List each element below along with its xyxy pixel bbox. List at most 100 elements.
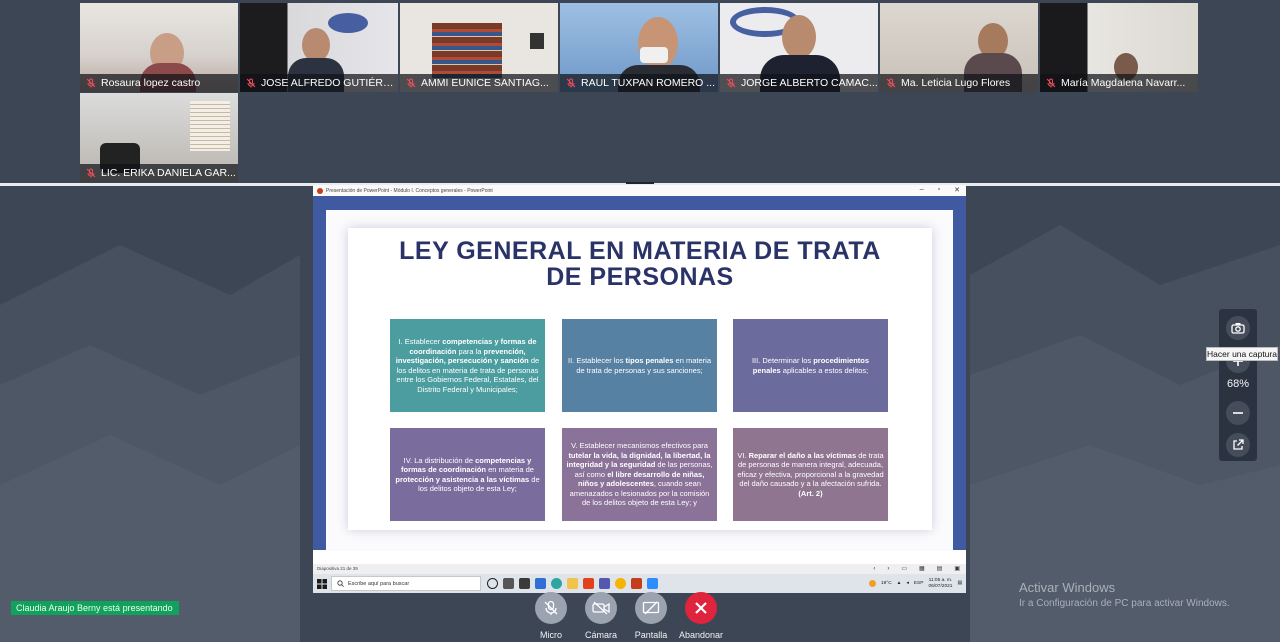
language-indicator[interactable]: ESP xyxy=(914,581,924,586)
leave-label: Abandonar xyxy=(678,630,724,640)
mic-muted-icon xyxy=(566,78,576,88)
next-slide-icon[interactable]: › xyxy=(887,564,889,574)
camera-button[interactable]: Cámara xyxy=(573,592,629,642)
clock[interactable]: 11:05 a. m. 06/07/2021 xyxy=(928,578,952,590)
slide-title: LEY GENERAL EN MATERIA DE TRATA DE PERSO… xyxy=(348,238,932,290)
participant-tile[interactable]: María Magdalena Navarr... xyxy=(1040,3,1198,92)
clock-time: 11:05 a. m. xyxy=(928,577,953,583)
participant-tile[interactable]: RAUL TUXPAN ROMERO ... xyxy=(560,3,718,92)
search-icon xyxy=(337,580,344,587)
explorer-icon[interactable] xyxy=(567,578,578,589)
close-icon[interactable]: ✕ xyxy=(954,186,960,194)
mic-muted-icon xyxy=(246,78,256,88)
screen-share-off-icon xyxy=(642,601,660,615)
office-icon[interactable] xyxy=(583,578,594,589)
taskbar-search-placeholder: Escribe aquí para buscar xyxy=(348,580,410,587)
slide-counter: Diapositiva 21 de 39 xyxy=(317,566,358,571)
slide-box-text: V. Establecer mecanismos efectivos para … xyxy=(566,441,713,508)
leave-button[interactable]: Abandonar xyxy=(673,592,729,642)
participant-name: Rosaura lopez castro xyxy=(101,77,201,89)
activate-windows-watermark: Activar Windows Ir a Configuración de PC… xyxy=(1019,580,1230,609)
slide-card: LEY GENERAL EN MATERIA DE TRATA DE PERSO… xyxy=(348,228,932,530)
system-tray: 19°C ▲ ◂ ESP 11:05 a. m. 06/07/2021 ▤ xyxy=(868,574,962,593)
notifications-icon[interactable]: ▤ xyxy=(957,581,962,586)
participant-name: LIC. ERIKA DANIELA GAR... xyxy=(101,167,236,179)
close-icon xyxy=(695,602,707,614)
mic-muted-icon xyxy=(886,78,896,88)
chrome-icon[interactable] xyxy=(615,578,626,589)
prev-slide-icon[interactable]: ‹ xyxy=(873,564,875,574)
mic-label: Micro xyxy=(540,630,562,640)
mic-off-icon xyxy=(544,600,558,615)
participant-nameplate: LIC. ERIKA DANIELA GAR... xyxy=(80,164,238,182)
minus-icon xyxy=(1233,412,1243,414)
participant-tile[interactable]: JOSE ALFREDO GUTIÉRR... xyxy=(240,3,398,92)
participant-tile[interactable]: Rosaura lopez castro xyxy=(80,3,238,92)
camera-off-icon xyxy=(592,601,610,615)
normal-view-icon[interactable]: ▭ xyxy=(901,564,907,574)
participant-tile[interactable]: Ma. Leticia Lugo Flores xyxy=(880,3,1038,92)
participant-nameplate: JOSE ALFREDO GUTIÉRR... xyxy=(240,74,398,92)
screenshot-tooltip: Hacer una captura xyxy=(1206,347,1278,361)
mail-icon[interactable] xyxy=(535,578,546,589)
ppt-titlebar: Presentación de PowerPoint - Módulo I. C… xyxy=(313,185,966,196)
external-link-icon xyxy=(1233,439,1244,450)
windows-icon xyxy=(317,578,327,589)
minimize-icon[interactable]: – xyxy=(920,186,924,194)
cortana-icon[interactable] xyxy=(487,578,498,589)
slide-title-line2: DE PERSONAS xyxy=(546,263,734,291)
store-icon[interactable] xyxy=(519,578,530,589)
participant-tile[interactable]: AMMI EUNICE SANTIAG... xyxy=(400,3,558,92)
volume-icon[interactable]: ◂ xyxy=(906,581,908,586)
teams-icon[interactable] xyxy=(599,578,610,589)
slide-box-text: III. Determinar los procedimientos penal… xyxy=(751,356,870,375)
zoom-out-button[interactable] xyxy=(1226,401,1250,425)
mic-button[interactable]: Micro xyxy=(523,592,579,642)
participant-nameplate: Rosaura lopez castro xyxy=(80,74,238,92)
slide: LEY GENERAL EN MATERIA DE TRATA DE PERSO… xyxy=(326,210,953,551)
taskbar-search[interactable]: Escribe aquí para buscar xyxy=(331,576,481,591)
powerpoint-icon xyxy=(317,187,323,194)
participant-name: JOSE ALFREDO GUTIÉRR... xyxy=(261,77,398,89)
ppt-status-bar: Diapositiva 21 de 39 ‹ › ▭ ▦ ▤ ▣ xyxy=(313,564,966,574)
participant-tile[interactable]: JORGE ALBERTO CAMAC... xyxy=(720,3,878,92)
sorter-view-icon[interactable]: ▦ xyxy=(919,564,925,574)
participant-name: AMMI EUNICE SANTIAG... xyxy=(421,77,549,89)
reading-view-icon[interactable]: ▤ xyxy=(937,564,943,574)
participant-name: María Magdalena Navarr... xyxy=(1061,77,1186,89)
camera-icon xyxy=(1231,323,1245,334)
mic-muted-icon xyxy=(406,78,416,88)
pop-out-button[interactable] xyxy=(1226,433,1250,457)
camera-label: Cámara xyxy=(584,630,617,640)
participant-nameplate: AMMI EUNICE SANTIAG... xyxy=(400,74,558,92)
network-icon[interactable]: ▲ xyxy=(897,581,902,586)
ppt-window-title: Presentación de PowerPoint - Módulo I. C… xyxy=(326,187,493,194)
slide-text-box: III. Determinar los procedimientos penal… xyxy=(733,319,888,412)
participant-name: JORGE ALBERTO CAMAC... xyxy=(741,77,878,89)
slide-text-box: I. Establecer competencias y formas de c… xyxy=(390,319,545,412)
zoom-taskbar-icon[interactable] xyxy=(647,578,658,589)
task-view-icon[interactable] xyxy=(503,578,514,589)
participant-tile[interactable]: LIC. ERIKA DANIELA GAR... xyxy=(80,93,238,182)
share-screen-button[interactable]: Pantalla xyxy=(623,592,679,642)
mic-muted-icon xyxy=(1046,78,1056,88)
participant-nameplate: JORGE ALBERTO CAMAC... xyxy=(720,74,878,92)
participant-nameplate: María Magdalena Navarr... xyxy=(1040,74,1198,92)
zoom-panel: 68% xyxy=(1219,309,1257,461)
zoom-percentage: 68% xyxy=(1226,378,1250,390)
slideshow-icon[interactable]: ▣ xyxy=(954,564,960,574)
mic-muted-icon xyxy=(726,78,736,88)
participant-name: Ma. Leticia Lugo Flores xyxy=(901,77,1011,89)
presenting-banner: Claudia Araujo Berny está presentando xyxy=(11,601,179,615)
edge-icon[interactable] xyxy=(551,578,562,589)
maximize-icon[interactable]: ▫ xyxy=(938,186,940,194)
slide-box-text: VI. Reparar el daño a las víctimas de tr… xyxy=(737,450,884,498)
start-button[interactable] xyxy=(313,574,331,593)
screenshot-button[interactable] xyxy=(1226,316,1250,340)
divider-handle[interactable] xyxy=(626,182,654,184)
slide-title-line1: LEY GENERAL EN MATERIA DE TRATA xyxy=(399,237,881,265)
powerpoint-taskbar-icon[interactable] xyxy=(631,578,642,589)
slide-box-text: II. Establecer los tipos penales en mate… xyxy=(568,356,711,375)
slide-stage: LEY GENERAL EN MATERIA DE TRATA DE PERSO… xyxy=(313,196,966,551)
windows-taskbar: Escribe aquí para buscar 19°C ▲ ◂ ESP 11… xyxy=(313,574,966,593)
